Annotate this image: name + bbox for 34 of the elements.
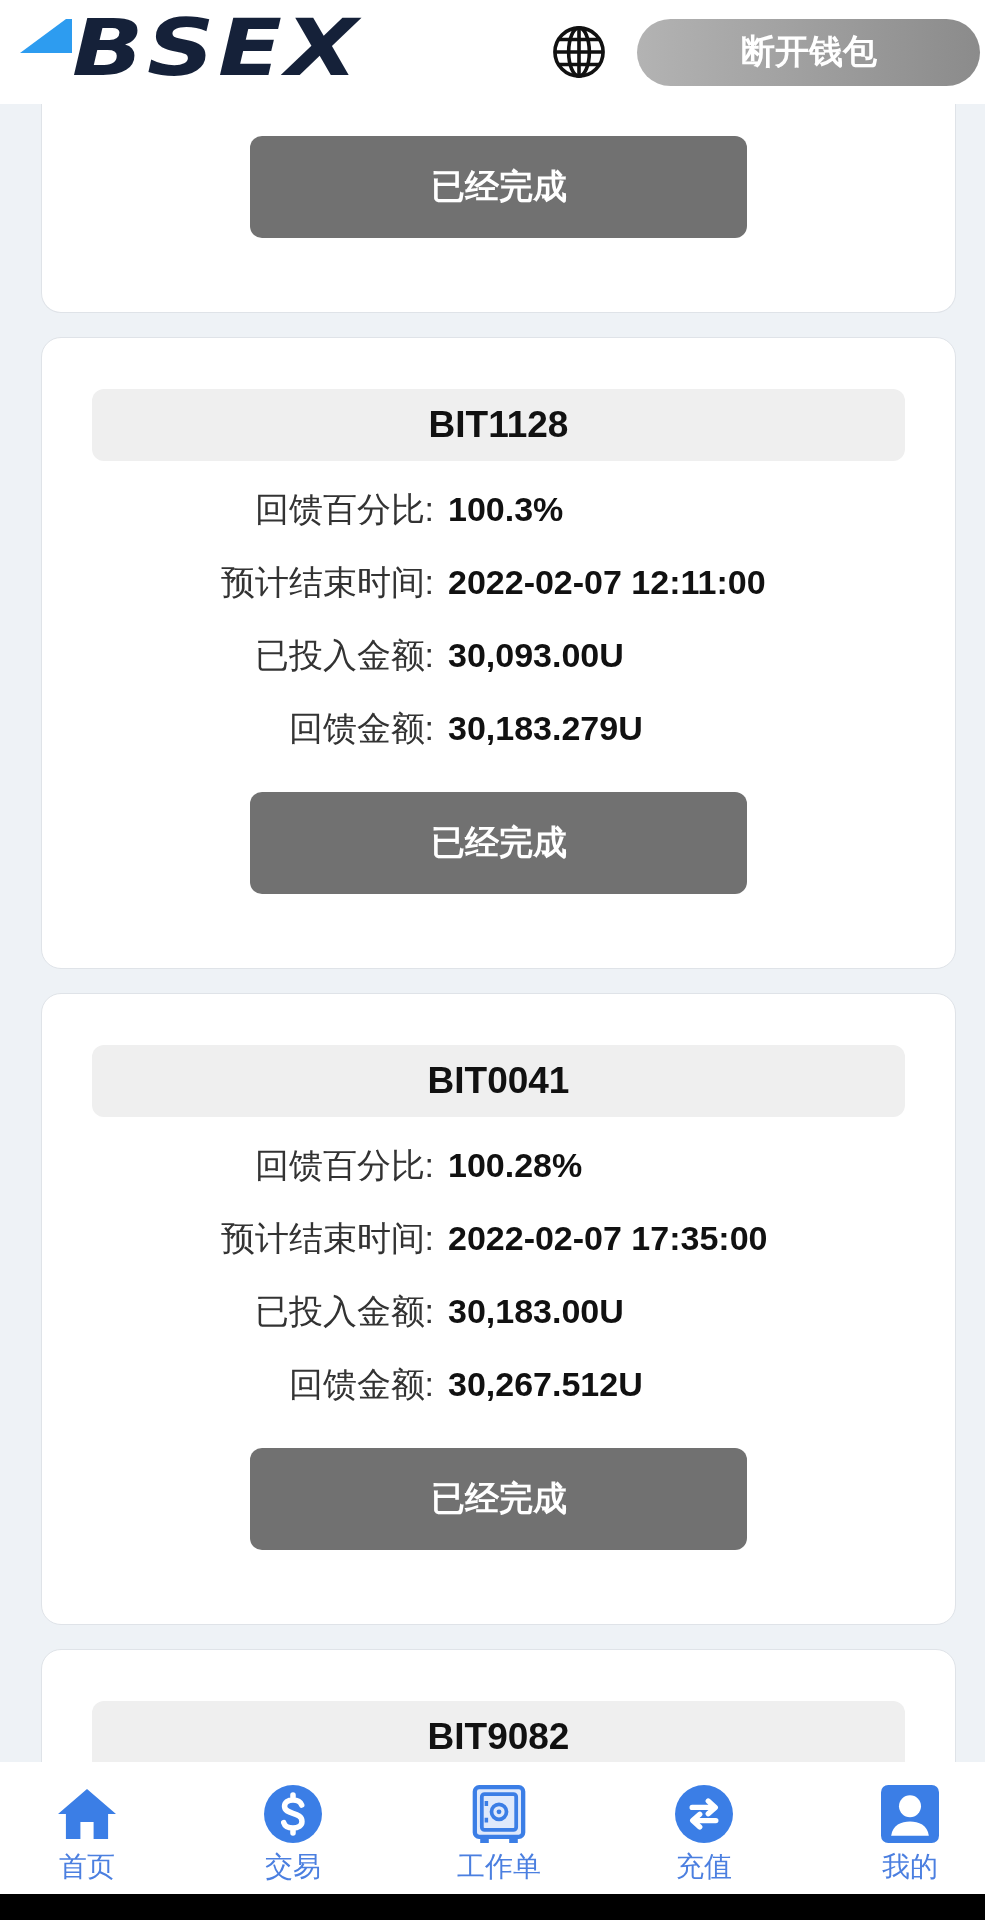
nav-item[interactable]: 我的 — [850, 1785, 970, 1883]
order-title: BIT0041 — [92, 1045, 905, 1117]
field-label: 回馈百分比: — [254, 488, 434, 530]
nav-item[interactable]: 充值 — [644, 1785, 765, 1883]
field-value: 2022-02-07 17:35:00 — [448, 1219, 768, 1258]
field-label: 已投入金额: — [254, 634, 434, 676]
field-value: 2022-02-07 12:11:00 — [448, 563, 766, 602]
order-title: BIT9082 — [92, 1701, 905, 1762]
user-icon — [881, 1785, 939, 1843]
logo-swoosh-icon — [20, 19, 72, 53]
disconnect-wallet-button[interactable]: 断开钱包 — [637, 18, 980, 86]
nav-item[interactable]: 首页 — [27, 1785, 147, 1883]
field-value: 30,183.279U — [448, 709, 643, 748]
exchange-arrows-icon — [675, 1785, 734, 1843]
field-label: 已投入金额: — [254, 1290, 434, 1332]
field-value: 30,093.00U — [448, 636, 624, 675]
globe-icon[interactable] — [553, 26, 605, 78]
field-label: 预计结束时间: — [220, 1217, 434, 1259]
dollar-coin-icon — [263, 1785, 322, 1843]
nav-item[interactable]: 交易 — [232, 1785, 353, 1883]
field-label: 回馈金额: — [288, 1363, 434, 1405]
field-value: 30,267.512U — [448, 1365, 643, 1404]
field-value: 30,183.00U — [448, 1292, 624, 1331]
field-label: 回馈金额: — [288, 707, 434, 749]
completed-button[interactable]: 已经完成 — [250, 1448, 747, 1550]
order-title: BIT1128 — [92, 389, 905, 461]
field-value: 100.3% — [448, 490, 564, 529]
field-label: 预计结束时间: — [220, 561, 434, 603]
completed-button[interactable]: 已经完成 — [250, 136, 747, 238]
nav-item[interactable]: 工作单 — [438, 1785, 559, 1883]
completed-button[interactable]: 已经完成 — [250, 792, 747, 894]
field-label: 回馈百分比: — [254, 1144, 434, 1186]
logo-text: BSEX — [72, 9, 362, 87]
field-value: 100.28% — [448, 1146, 583, 1185]
